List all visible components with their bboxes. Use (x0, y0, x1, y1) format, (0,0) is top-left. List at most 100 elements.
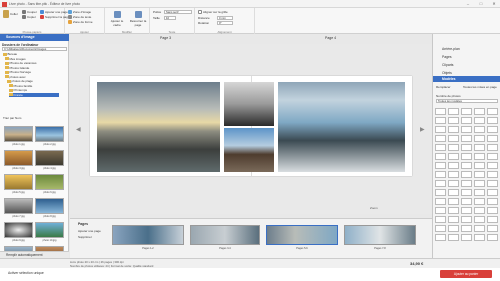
layout-tile[interactable] (435, 207, 446, 214)
layout-tile[interactable] (487, 108, 498, 115)
photo-thumb[interactable] (4, 222, 33, 238)
layout-tile[interactable] (474, 198, 485, 205)
layout-tile[interactable] (448, 207, 459, 214)
layout-tile[interactable] (487, 126, 498, 133)
rotation-field[interactable]: 0° (217, 20, 233, 25)
layout-tile[interactable] (435, 171, 446, 178)
photo-thumb[interactable] (4, 198, 33, 214)
cut-button[interactable]: Couper (22, 10, 37, 14)
layout-tile[interactable] (487, 162, 498, 169)
layout-tile[interactable] (461, 189, 472, 196)
layout-tile[interactable] (474, 144, 485, 151)
flip-page-button[interactable]: Retourner la page (129, 11, 147, 27)
photo-thumb[interactable] (4, 126, 33, 142)
layout-tile[interactable] (435, 153, 446, 160)
layout-tile[interactable] (448, 135, 459, 142)
layout-tile[interactable] (435, 144, 446, 151)
folder-path-field[interactable]: C:\Utilisateurs\Documents\Images (2, 47, 67, 51)
maximize-button[interactable]: □ (475, 1, 487, 7)
layout-tile[interactable] (487, 225, 498, 232)
layout-tile[interactable] (448, 162, 459, 169)
tab-pages[interactable]: Pages (433, 54, 500, 60)
filmstrip-spread[interactable] (112, 225, 184, 245)
layout-tile[interactable] (448, 108, 459, 115)
layout-tile[interactable] (487, 117, 498, 124)
layout-tile[interactable] (474, 234, 485, 241)
filmstrip-spread-selected[interactable] (266, 225, 338, 245)
add-page-link[interactable]: Ajouter une page (78, 229, 101, 233)
layout-tile[interactable] (448, 153, 459, 160)
layout-tile[interactable] (461, 207, 472, 214)
layout-tile[interactable] (461, 117, 472, 124)
add-to-cart-button[interactable]: Ajouter au panier (440, 270, 492, 278)
photo-ice-waterfall[interactable] (278, 82, 405, 172)
layout-tile[interactable] (487, 153, 498, 160)
delete-page-link[interactable]: Supprimer (78, 235, 92, 239)
layout-tile[interactable] (487, 207, 498, 214)
layout-tile[interactable] (474, 153, 485, 160)
distance-field[interactable]: 0 mm (217, 15, 233, 20)
layout-tile[interactable] (474, 216, 485, 223)
layout-tile[interactable] (448, 234, 459, 241)
layout-tile[interactable] (435, 189, 446, 196)
photo-cliff[interactable] (224, 128, 274, 172)
layout-tile[interactable] (474, 108, 485, 115)
single-select-button[interactable]: Activer sélection unique (8, 271, 44, 275)
image-box-button[interactable]: Zone d'image (68, 10, 91, 14)
text-box-button[interactable]: Zone de texte (68, 15, 91, 19)
copy-button[interactable]: Copier (22, 15, 36, 19)
photo-thumb[interactable] (35, 174, 64, 190)
paste-button[interactable]: Coller (3, 10, 18, 18)
layout-tile[interactable] (448, 144, 459, 151)
layout-tile[interactable] (474, 207, 485, 214)
layout-tile[interactable] (487, 198, 498, 205)
layout-tile[interactable] (474, 171, 485, 178)
layout-tile[interactable] (487, 135, 498, 142)
layout-tile[interactable] (448, 225, 459, 232)
tab-templates-active[interactable]: Modèles (433, 76, 500, 82)
tab-cliparts[interactable]: Cliparts (433, 62, 500, 68)
layout-tile[interactable] (474, 126, 485, 133)
layout-tile[interactable] (448, 171, 459, 178)
shape-box-button[interactable]: Zone de forme (68, 20, 93, 24)
layout-tile[interactable] (448, 189, 459, 196)
photo-thumb[interactable] (4, 150, 33, 166)
size-select[interactable]: 10 (164, 15, 176, 20)
layout-tile[interactable] (461, 234, 472, 241)
minimize-button[interactable]: – (462, 1, 474, 7)
font-select[interactable]: Sans serif (164, 9, 192, 14)
all-layouts-option[interactable]: Toutes les mises en page (463, 85, 497, 89)
layout-tile[interactable] (461, 153, 472, 160)
layout-tile[interactable] (461, 198, 472, 205)
layout-tile[interactable] (448, 198, 459, 205)
layout-tile[interactable] (435, 198, 446, 205)
photo-rock-bw[interactable] (224, 82, 274, 126)
zoom-label[interactable]: Zoom (370, 206, 378, 210)
layout-tile[interactable] (461, 108, 472, 115)
layout-tile[interactable] (487, 171, 498, 178)
layout-tile[interactable] (487, 144, 498, 151)
photo-thumb[interactable] (4, 174, 33, 190)
layout-tile[interactable] (474, 225, 485, 232)
layout-tile[interactable] (435, 135, 446, 142)
layout-tile[interactable] (461, 162, 472, 169)
layout-tile[interactable] (448, 180, 459, 187)
layout-tile[interactable] (461, 225, 472, 232)
layout-tile[interactable] (448, 126, 459, 133)
layout-tile[interactable] (435, 162, 446, 169)
replace-option[interactable]: Remplacer (436, 85, 451, 89)
snap-grid-checkbox[interactable]: Aligner sur la grille (198, 10, 228, 14)
tab-background[interactable]: Arrière-plan (433, 46, 500, 52)
layout-tile[interactable] (474, 162, 485, 169)
prev-page-arrow-icon[interactable]: ◀ (76, 126, 81, 133)
photo-thumb[interactable] (35, 150, 64, 166)
layout-tile[interactable] (461, 180, 472, 187)
layout-tile[interactable] (435, 216, 446, 223)
layout-tile[interactable] (461, 171, 472, 178)
layout-tile[interactable] (474, 135, 485, 142)
next-page-arrow-icon[interactable]: ▶ (420, 126, 425, 133)
filmstrip-spread[interactable] (190, 225, 260, 245)
layout-tile[interactable] (461, 144, 472, 151)
photo-thumb[interactable] (35, 126, 64, 142)
layout-tile[interactable] (435, 234, 446, 241)
